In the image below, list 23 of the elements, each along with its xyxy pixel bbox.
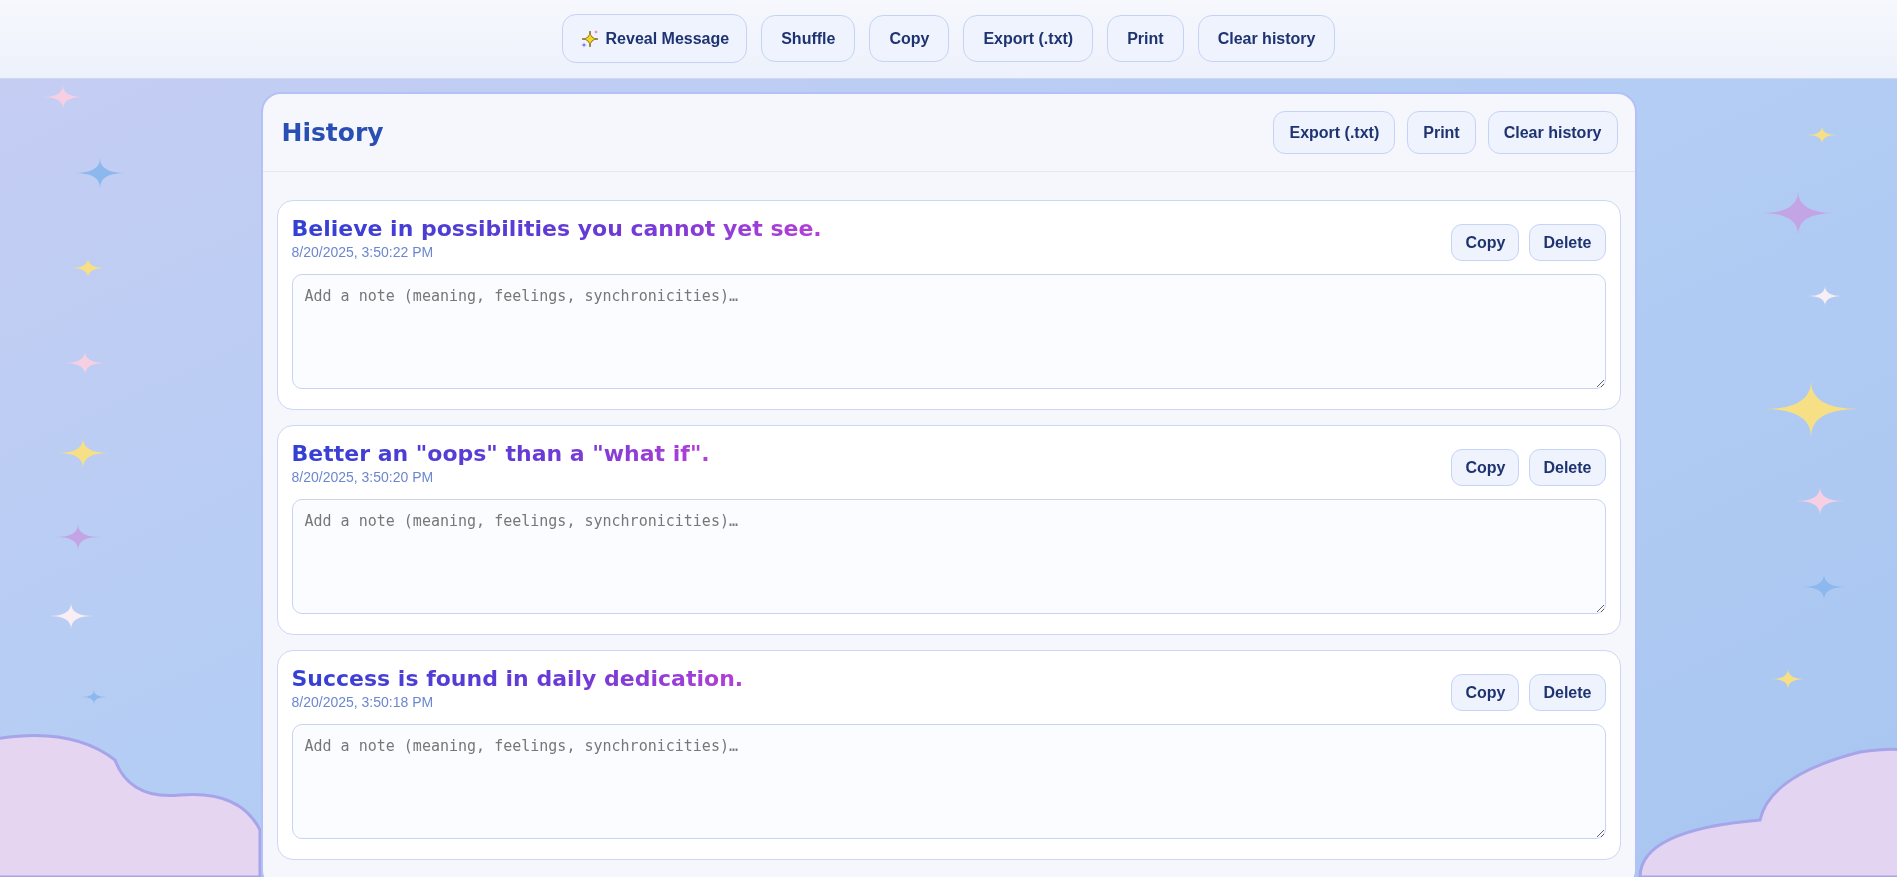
card-button[interactable]: Copy: [1451, 224, 1520, 261]
card-button[interactable]: Delete: [1529, 449, 1606, 486]
sparkle-icon: [579, 28, 600, 49]
toolbar-button[interactable]: Copy: [869, 15, 950, 62]
timestamp: 8/20/2025, 3:50:20 PM: [291, 469, 435, 486]
timestamp: 8/20/2025, 3:50:22 PM: [291, 244, 435, 261]
history-button[interactable]: Print: [1407, 111, 1476, 154]
card-button[interactable]: Copy: [1451, 449, 1520, 486]
card-button[interactable]: Delete: [1529, 224, 1606, 261]
card-button[interactable]: Delete: [1529, 674, 1606, 711]
toolbar-button[interactable]: Export (.txt): [963, 15, 1094, 62]
toolbar-button[interactable]: Print: [1107, 15, 1184, 62]
panel-title: History: [281, 118, 384, 147]
note-field[interactable]: Add a note (meaning, feelings, synchronicities)…: [291, 499, 1606, 614]
toolbar-button[interactable]: Clear history: [1197, 15, 1336, 62]
history-button[interactable]: Export (.txt): [1273, 111, 1396, 154]
card-button[interactable]: Copy: [1451, 674, 1520, 711]
note-field[interactable]: Add a note (meaning, feelings, synchronicities)…: [291, 724, 1606, 839]
note-field[interactable]: Add a note (meaning, feelings, synchronicities)…: [291, 274, 1606, 389]
history-button[interactable]: Clear history: [1487, 111, 1618, 154]
toolbar-button[interactable]: Shuffle: [761, 15, 856, 62]
timestamp: 8/20/2025, 3:50:18 PM: [291, 694, 435, 711]
toolbar-button[interactable]: Reveal Message: [561, 14, 748, 63]
